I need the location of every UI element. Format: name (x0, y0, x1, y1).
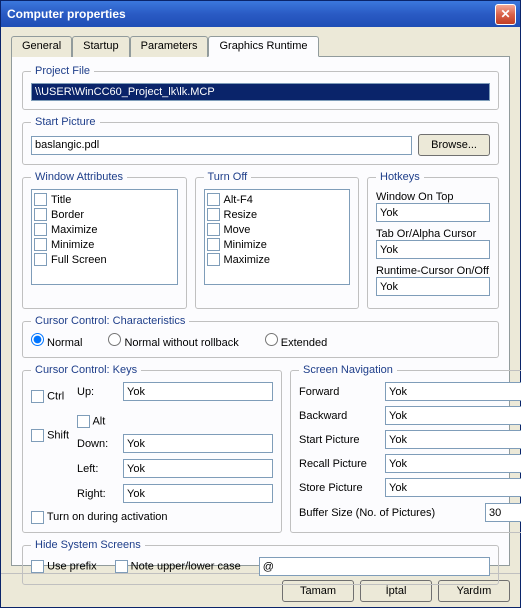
list-item[interactable]: Move (207, 222, 348, 237)
store-label: Store Picture (299, 482, 379, 494)
turn-off-legend: Turn Off (204, 171, 252, 183)
turn-off-list[interactable]: Alt-F4 Resize Move Minimize Maximize (204, 189, 351, 285)
screen-navigation-legend: Screen Navigation (299, 364, 397, 376)
browse-button[interactable]: Browse... (418, 134, 490, 156)
tab-alpha-label: Tab Or/Alpha Cursor (376, 228, 490, 240)
checkbox-icon[interactable] (34, 223, 47, 236)
window-on-top-input[interactable] (376, 203, 490, 222)
checkbox-icon[interactable] (207, 253, 220, 266)
cursor-characteristics-legend: Cursor Control: Characteristics (31, 315, 189, 327)
turn-off-group: Turn Off Alt-F4 Resize Move Minimize Max… (195, 171, 360, 309)
hide-system-legend: Hide System Screens (31, 539, 145, 551)
tab-parameters[interactable]: Parameters (130, 36, 209, 57)
recall-label: Recall Picture (299, 458, 379, 470)
checkbox-icon[interactable] (31, 511, 44, 524)
window-attributes-legend: Window Attributes (31, 171, 127, 183)
down-label: Down: (77, 438, 117, 450)
up-label: Up: (77, 386, 117, 398)
list-item[interactable]: Border (34, 207, 175, 222)
up-input[interactable] (123, 382, 273, 401)
startpic-label: Start Picture (299, 434, 379, 446)
list-item[interactable]: Title (34, 192, 175, 207)
alt-checkbox[interactable]: Alt (77, 415, 117, 428)
store-input[interactable] (385, 478, 521, 497)
forward-input[interactable] (385, 382, 521, 401)
checkbox-icon[interactable] (115, 560, 128, 573)
client-area: General Startup Parameters Graphics Runt… (1, 27, 520, 573)
note-case-checkbox[interactable]: Note upper/lower case (115, 560, 241, 573)
prefix-input[interactable] (259, 557, 490, 576)
forward-label: Forward (299, 386, 379, 398)
close-icon: ✕ (500, 7, 510, 21)
checkbox-icon[interactable] (207, 208, 220, 221)
project-file-legend: Project File (31, 65, 94, 77)
checkbox-icon[interactable] (34, 253, 47, 266)
start-picture-legend: Start Picture (31, 116, 100, 128)
backward-label: Backward (299, 410, 379, 422)
list-item[interactable]: Alt-F4 (207, 192, 348, 207)
radio-normal[interactable]: Normal (31, 333, 82, 349)
checkbox-icon[interactable] (207, 238, 220, 251)
window: Computer properties ✕ General Startup Pa… (0, 0, 521, 608)
radio-extended[interactable]: Extended (265, 333, 327, 349)
checkbox-icon[interactable] (34, 238, 47, 251)
cursor-keys-legend: Cursor Control: Keys (31, 364, 141, 376)
list-item[interactable]: Minimize (207, 237, 348, 252)
use-prefix-checkbox[interactable]: Use prefix (31, 560, 97, 573)
left-input[interactable] (123, 459, 273, 478)
tab-alpha-input[interactable] (376, 240, 490, 259)
tab-graphics-runtime[interactable]: Graphics Runtime (208, 36, 318, 57)
start-picture-group: Start Picture Browse... (22, 116, 499, 165)
left-label: Left: (77, 463, 117, 475)
checkbox-icon[interactable] (207, 223, 220, 236)
checkbox-icon[interactable] (207, 193, 220, 206)
checkbox-icon[interactable] (34, 193, 47, 206)
checkbox-icon[interactable] (31, 390, 44, 403)
project-file-group: Project File (22, 65, 499, 110)
hotkeys-group: Hotkeys Window On Top Tab Or/Alpha Curso… (367, 171, 499, 309)
window-title: Computer properties (7, 7, 495, 21)
right-input[interactable] (123, 484, 273, 503)
shift-checkbox[interactable]: Shift (31, 429, 71, 442)
start-picture-input[interactable] (31, 136, 412, 155)
list-item[interactable]: Minimize (34, 237, 175, 252)
checkbox-icon[interactable] (77, 415, 90, 428)
window-attributes-group: Window Attributes Title Border Maximize … (22, 171, 187, 309)
cursor-characteristics-group: Cursor Control: Characteristics Normal N… (22, 315, 499, 358)
recall-input[interactable] (385, 454, 521, 473)
cursor-keys-group: Cursor Control: Keys Ctrl Up: Down: Alt … (22, 364, 282, 533)
checkbox-icon[interactable] (31, 429, 44, 442)
hide-system-screens-group: Hide System Screens Use prefix Note uppe… (22, 539, 499, 585)
down-input[interactable] (123, 434, 273, 453)
window-attributes-list[interactable]: Title Border Maximize Minimize Full Scre… (31, 189, 178, 285)
screen-navigation-group: Screen Navigation Forward Backward Start… (290, 364, 521, 533)
buffer-input[interactable] (485, 503, 521, 522)
window-on-top-label: Window On Top (376, 191, 490, 203)
runtime-cursor-label: Runtime-Cursor On/Off (376, 265, 490, 277)
tab-panel: Project File Start Picture Browse... Win… (11, 56, 510, 566)
buffer-label: Buffer Size (No. of Pictures) (299, 507, 479, 519)
tab-strip: General Startup Parameters Graphics Runt… (11, 36, 510, 57)
tab-general[interactable]: General (11, 36, 72, 57)
list-item[interactable]: Full Screen (34, 252, 175, 267)
turn-on-checkbox[interactable]: Turn on during activation (31, 511, 168, 523)
right-label: Right: (77, 488, 117, 500)
list-item[interactable]: Maximize (34, 222, 175, 237)
close-button[interactable]: ✕ (495, 4, 516, 25)
startpic-input[interactable] (385, 430, 521, 449)
ctrl-checkbox[interactable]: Ctrl (31, 390, 71, 403)
list-item[interactable]: Resize (207, 207, 348, 222)
backward-input[interactable] (385, 406, 521, 425)
checkbox-icon[interactable] (31, 560, 44, 573)
checkbox-icon[interactable] (34, 208, 47, 221)
radio-normal-without[interactable]: Normal without rollback (108, 333, 238, 349)
hotkeys-legend: Hotkeys (376, 171, 424, 183)
runtime-cursor-input[interactable] (376, 277, 490, 296)
tab-startup[interactable]: Startup (72, 36, 129, 57)
project-file-input[interactable] (31, 83, 490, 101)
list-item[interactable]: Maximize (207, 252, 348, 267)
titlebar[interactable]: Computer properties ✕ (1, 1, 520, 27)
